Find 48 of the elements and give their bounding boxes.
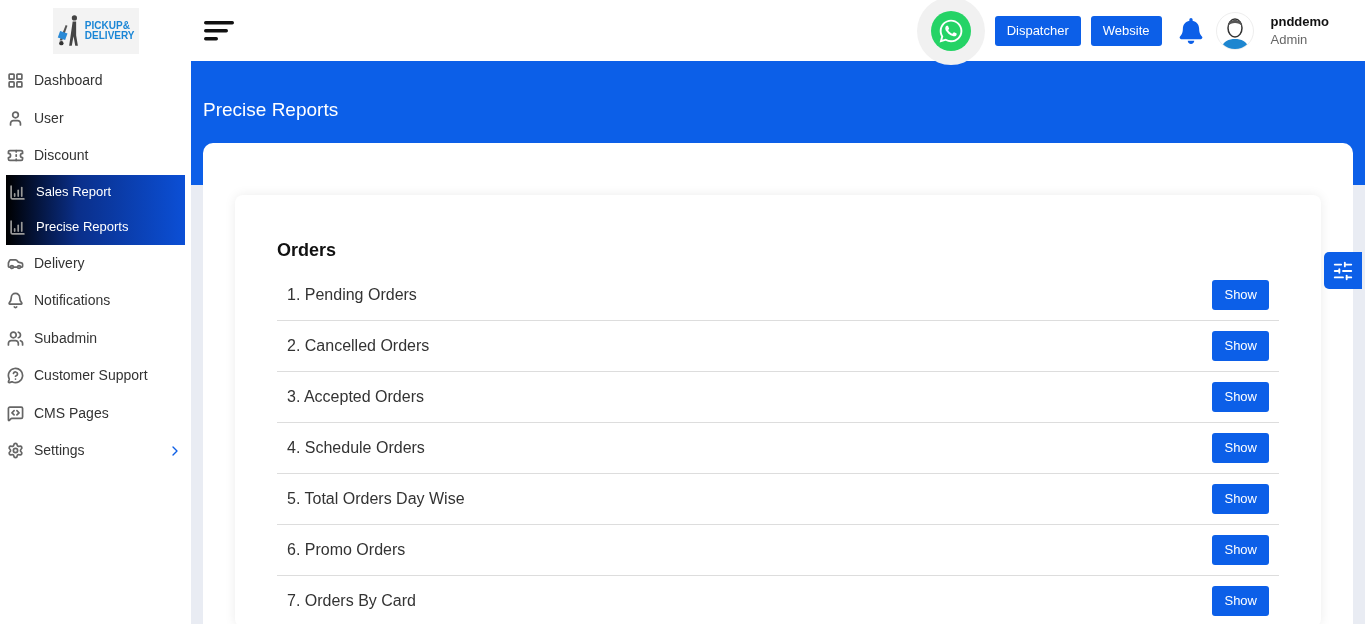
chart-icon xyxy=(9,218,26,236)
logo-text: PICKUP& xyxy=(84,20,131,31)
sidebar-item[interactable]: Delivery xyxy=(0,244,191,282)
report-label: 5. Total Orders Day Wise xyxy=(287,488,465,509)
filter-button[interactable] xyxy=(1324,252,1362,289)
menu-icon[interactable] xyxy=(203,18,235,43)
header-button[interactable]: Website xyxy=(1090,15,1162,46)
show-button[interactable]: Show xyxy=(1212,381,1269,412)
sidebar-item[interactable]: Subadmin xyxy=(0,319,191,357)
show-button[interactable]: Show xyxy=(1212,534,1269,565)
sidebar-item[interactable]: Notifications xyxy=(0,282,191,320)
settings-icon xyxy=(7,442,24,460)
show-button[interactable]: Show xyxy=(1212,585,1269,616)
sidebar-item[interactable]: Discount xyxy=(0,137,191,175)
report-label: 7. Orders By Card xyxy=(287,590,416,611)
grid-icon xyxy=(7,72,24,90)
sliders-icon xyxy=(1332,259,1354,282)
whatsapp-icon xyxy=(937,17,964,44)
page-title: Precise Reports xyxy=(203,98,339,122)
logo-text: DELIVERY xyxy=(84,30,135,41)
sidebar-item[interactable]: User xyxy=(0,99,191,137)
report-label: 3. Accepted Orders xyxy=(287,386,424,407)
bell-icon xyxy=(7,292,24,310)
show-button[interactable]: Show xyxy=(1212,483,1269,514)
report-label: 6. Promo Orders xyxy=(287,539,406,560)
sidebar-item[interactable]: Customer Support xyxy=(0,357,191,395)
question-bubble-icon xyxy=(7,367,24,385)
sidebar-item[interactable]: CMS Pages xyxy=(0,394,191,432)
sidebar-item[interactable]: Precise Reports xyxy=(6,209,185,245)
sidebar-item[interactable]: Dashboard xyxy=(0,62,191,100)
report-label: 4. Schedule Orders xyxy=(287,437,425,458)
sidebar-item[interactable]: Settings xyxy=(0,432,191,470)
user-icon xyxy=(7,109,24,127)
show-button[interactable]: Show xyxy=(1212,432,1269,463)
code-bubble-icon xyxy=(7,404,24,422)
users-icon xyxy=(7,329,24,347)
chart-icon xyxy=(9,183,26,201)
header-button[interactable]: Dispatcher xyxy=(994,15,1081,46)
bell-icon[interactable] xyxy=(1177,17,1204,44)
user-role: Admin xyxy=(1270,30,1309,49)
show-button[interactable]: Show xyxy=(1212,279,1269,310)
report-label: 2. Cancelled Orders xyxy=(287,335,430,356)
section-title: Orders xyxy=(277,238,337,262)
report-label: 1. Pending Orders xyxy=(287,284,417,305)
sidebar-item[interactable]: Sales Report xyxy=(6,174,185,210)
show-button[interactable]: Show xyxy=(1212,330,1269,361)
avatar[interactable] xyxy=(1215,11,1254,50)
user-name: pnddemo xyxy=(1270,12,1329,31)
